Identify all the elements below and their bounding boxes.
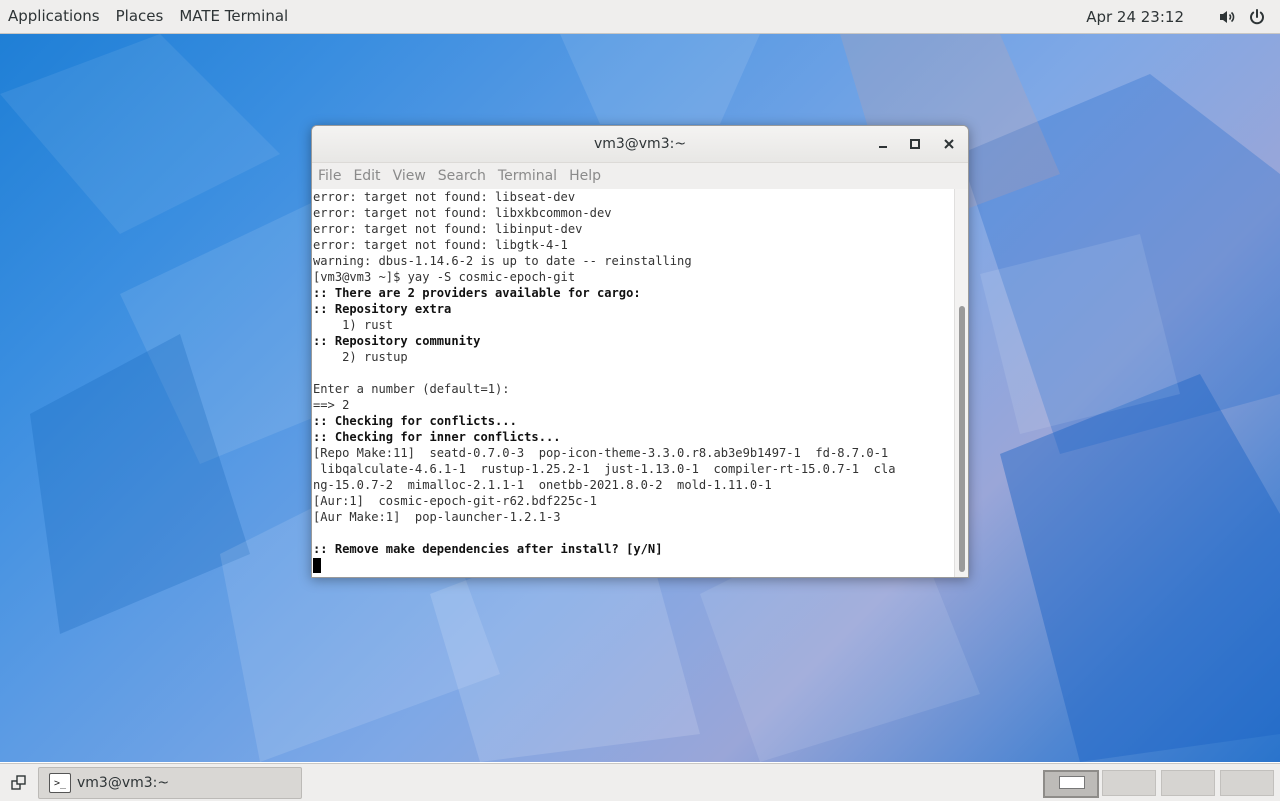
terminal-cursor-line	[313, 557, 954, 573]
workspace-4[interactable]	[1220, 770, 1274, 796]
terminal-cursor	[313, 558, 321, 573]
close-icon	[944, 139, 954, 149]
terminal-line: [Aur Make:1] pop-launcher-1.2.1-3	[313, 510, 561, 524]
terminal-line: error: target not found: libxkbcommon-de…	[313, 206, 612, 220]
terminal-line: :: Checking for inner conflicts...	[313, 430, 561, 444]
terminal-line: [vm3@vm3 ~]$ yay -S cosmic-epoch-git	[313, 270, 576, 284]
terminal-line: :: Checking for conflicts...	[313, 414, 517, 428]
minimize-icon	[879, 146, 887, 148]
bottom-panel: >_ vm3@vm3:~	[0, 763, 1280, 801]
maximize-icon	[910, 139, 920, 149]
maximize-button[interactable]	[905, 134, 925, 154]
clock[interactable]: Apr 24 23:12	[1086, 8, 1184, 26]
workspace-2[interactable]	[1102, 770, 1156, 796]
terminal-line: error: target not found: libseat-dev	[313, 190, 576, 204]
minimize-button[interactable]	[873, 134, 893, 154]
scrollbar-thumb[interactable]	[959, 306, 965, 572]
show-desktop-icon	[11, 775, 26, 790]
workspace-window-preview	[1059, 776, 1085, 789]
terminal-line: 1) rust	[313, 318, 394, 332]
terminal-line: :: There are 2 providers available for c…	[313, 286, 641, 300]
applications-menu[interactable]: Applications	[0, 0, 108, 33]
menu-search[interactable]: Search	[432, 168, 492, 184]
terminal-line: libqalculate-4.6.1-1 rustup-1.25.2-1 jus…	[313, 462, 896, 476]
top-panel: Applications Places MATE Terminal Apr 24…	[0, 0, 1280, 34]
window-titlebar[interactable]: vm3@vm3:~	[312, 126, 968, 163]
window-title: vm3@vm3:~	[593, 136, 687, 152]
places-menu[interactable]: Places	[108, 0, 172, 33]
terminal-line: error: target not found: libgtk-4-1	[313, 238, 568, 252]
mate-terminal-launcher[interactable]: MATE Terminal	[171, 0, 296, 33]
taskbar-item-label: vm3@vm3:~	[77, 775, 170, 791]
terminal-line: :: Remove make dependencies after instal…	[313, 542, 663, 556]
show-desktop-button[interactable]	[8, 772, 30, 794]
terminal-line: [Aur:1] cosmic-epoch-git-r62.bdf225c-1	[313, 494, 597, 508]
menu-view[interactable]: View	[387, 168, 432, 184]
volume-icon[interactable]	[1212, 0, 1242, 33]
terminal-line: 2) rustup	[313, 350, 408, 364]
terminal-line: ng-15.0.7-2 mimalloc-2.1.1-1 onetbb-2021…	[313, 478, 772, 492]
taskbar-item-terminal[interactable]: >_ vm3@vm3:~	[38, 767, 302, 799]
terminal-icon: >_	[49, 773, 71, 793]
workspace-1[interactable]	[1043, 770, 1099, 798]
terminal-output[interactable]: error: target not found: libseat-dev erro…	[312, 189, 954, 577]
terminal-line: :: Repository community	[313, 334, 481, 348]
menu-file[interactable]: File	[312, 168, 347, 184]
close-button[interactable]	[939, 134, 959, 154]
panel-tray: Apr 24 23:12	[1086, 0, 1280, 33]
power-icon[interactable]	[1242, 0, 1272, 33]
menu-help[interactable]: Help	[563, 168, 607, 184]
workspace-3[interactable]	[1161, 770, 1215, 796]
terminal-line: error: target not found: libinput-dev	[313, 222, 583, 236]
terminal-menubar: File Edit View Search Terminal Help	[312, 163, 968, 189]
menu-edit[interactable]: Edit	[347, 168, 386, 184]
terminal-line: ==> 2	[313, 398, 350, 412]
terminal-window[interactable]: vm3@vm3:~ File Edit View Search Terminal…	[311, 125, 969, 578]
terminal-line: Enter a number (default=1):	[313, 382, 510, 396]
terminal-line: :: Repository extra	[313, 302, 452, 316]
terminal-line: [Repo Make:11] seatd-0.7.0-3 pop-icon-th…	[313, 446, 889, 460]
menu-terminal[interactable]: Terminal	[492, 168, 563, 184]
terminal-line: warning: dbus-1.14.6-2 is up to date -- …	[313, 254, 692, 268]
terminal-scrollbar[interactable]	[954, 189, 968, 577]
